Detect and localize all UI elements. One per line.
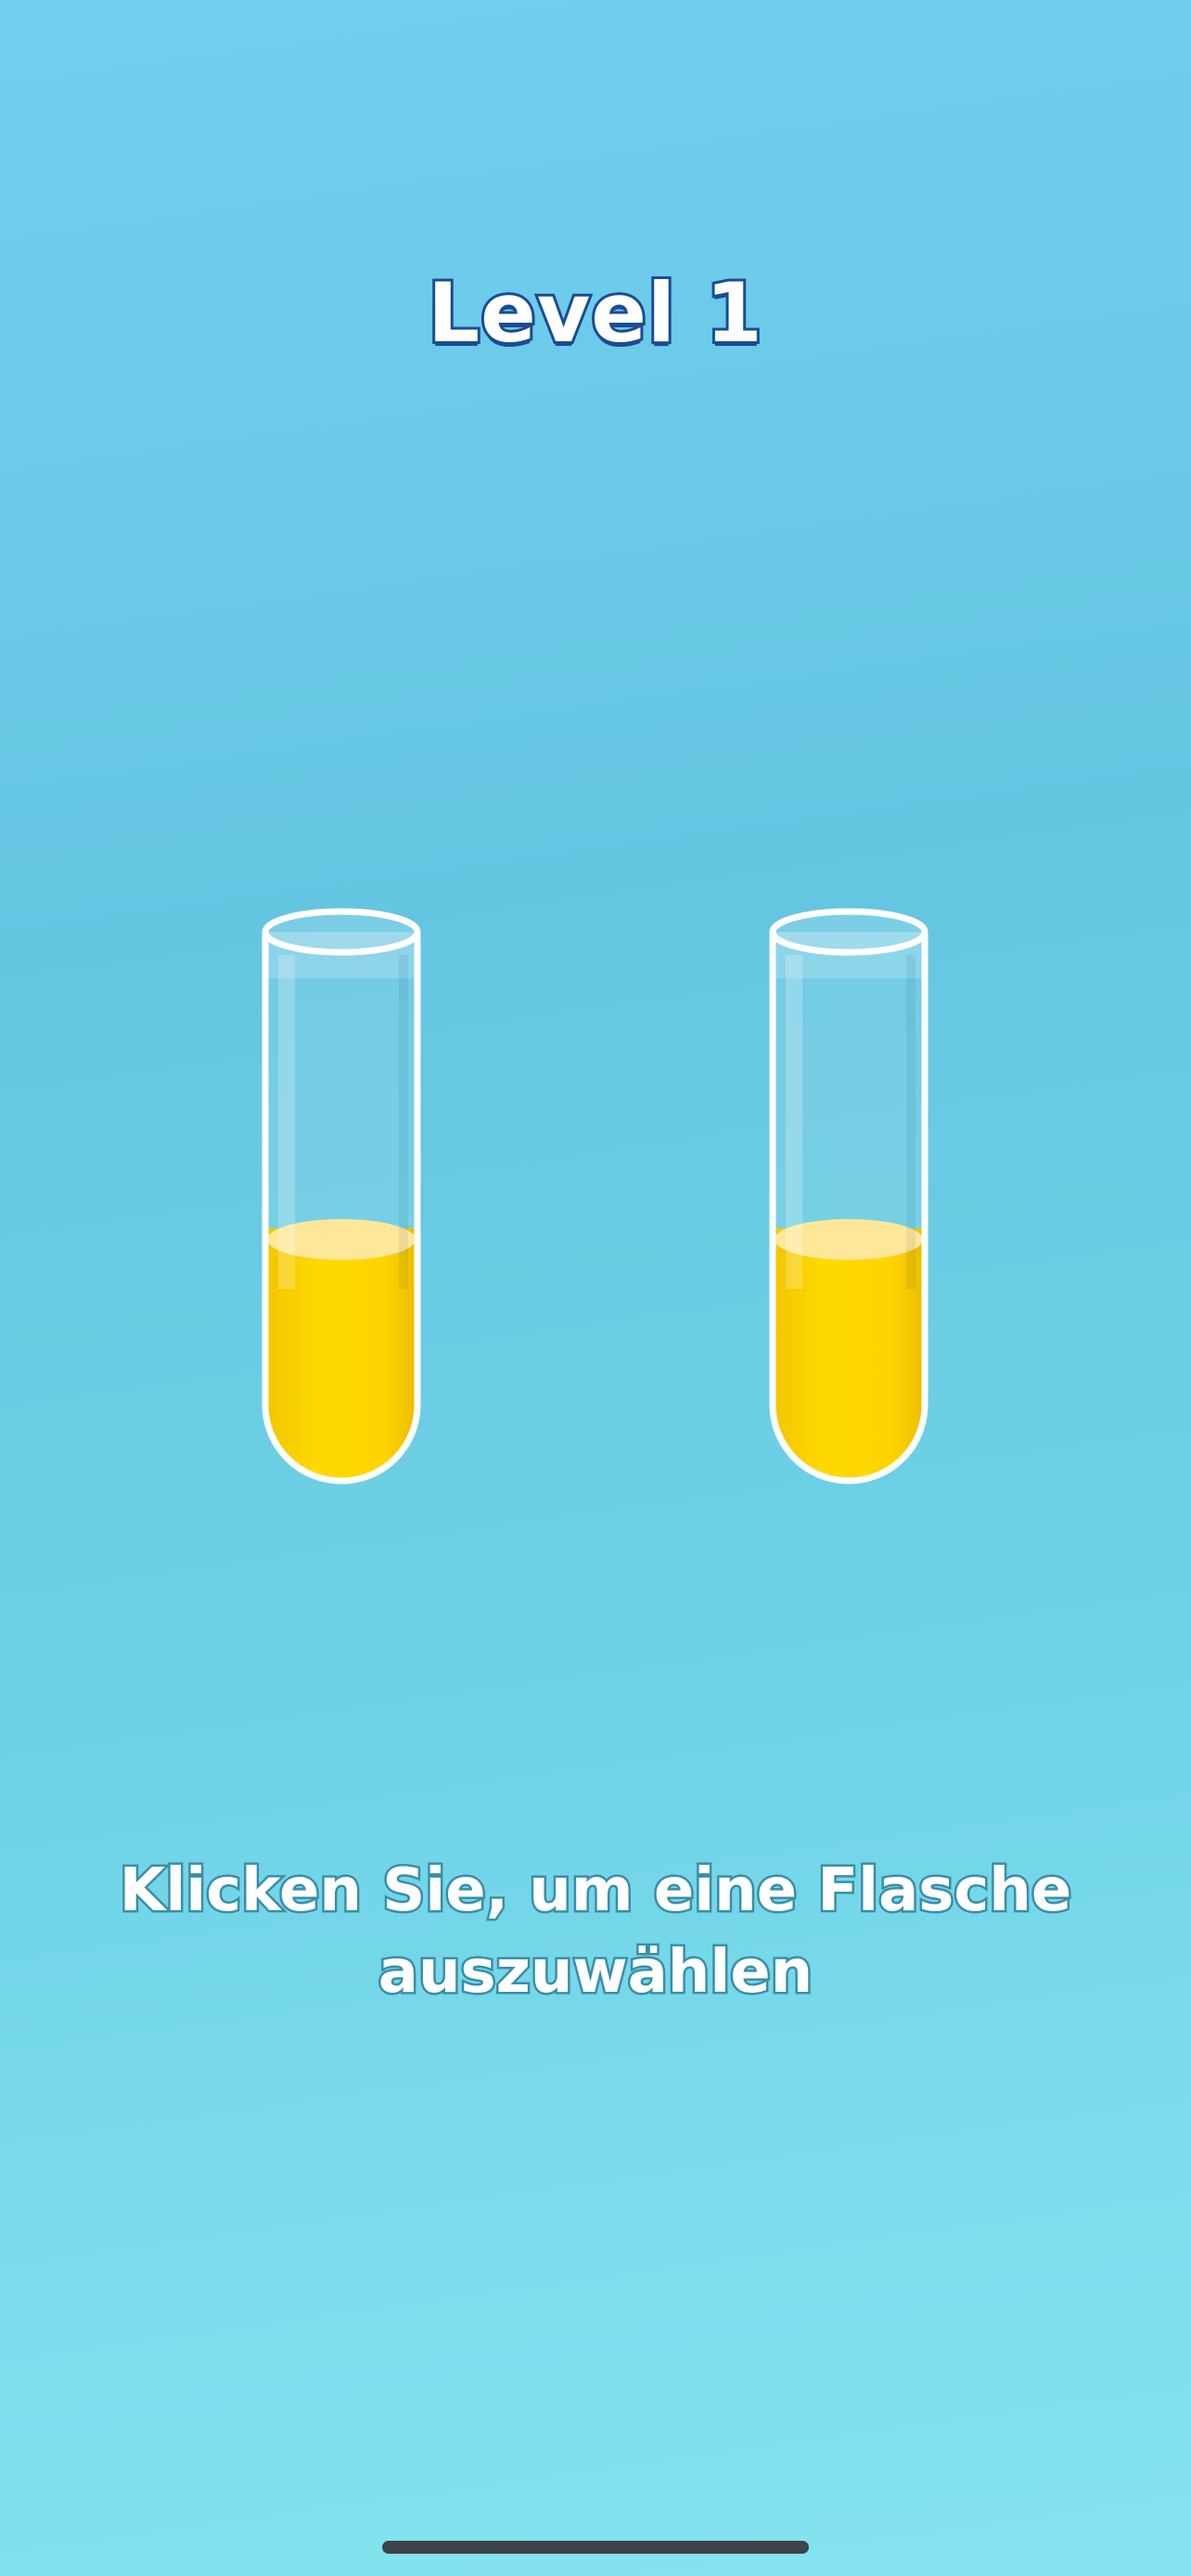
home-indicator[interactable] [382, 2541, 809, 2554]
level-title: Level 1 [425, 262, 765, 363]
instruction-text: Klicken Sie, um eine Flasche auszuwählen [117, 1855, 1074, 2009]
bottle-1[interactable] [258, 899, 425, 1493]
test-tube-icon [262, 908, 421, 1485]
test-tube-icon [769, 908, 928, 1485]
bottle-2[interactable] [765, 899, 932, 1493]
